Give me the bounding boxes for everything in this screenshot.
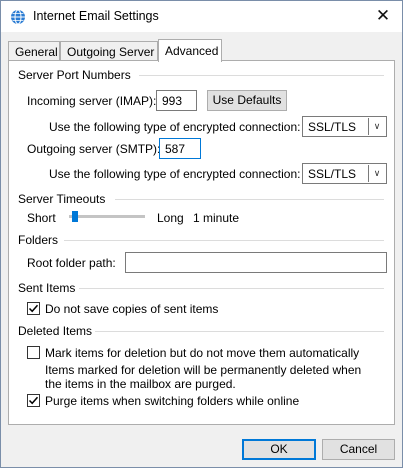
tab-general-label: General [15,45,58,59]
divider [115,199,384,200]
timeout-slider-thumb[interactable] [72,211,78,222]
no-save-sent-label: Do not save copies of sent items [45,302,219,316]
mark-for-deletion-label: Mark items for deletion but do not move … [45,346,360,360]
group-heading-sent-items: Sent Items [18,281,76,295]
use-defaults-button[interactable]: Use Defaults [207,90,287,111]
timeout-value: 1 minute [193,211,240,225]
divider [64,240,384,241]
incoming-server-label: Incoming server (IMAP): [27,94,157,108]
group-heading-server-ports: Server Port Numbers [18,68,131,82]
divider [95,331,384,332]
chevron-down-icon: ∨ [368,165,385,182]
timeout-short-label: Short [27,211,56,225]
purge-note: Items marked for deletion will be perman… [45,363,362,391]
purge-items-checkbox[interactable] [27,394,40,407]
close-icon[interactable]: ✕ [372,6,394,26]
tab-outgoing-server[interactable]: Outgoing Server [60,41,158,61]
encryption-label-incoming: Use the following type of encrypted conn… [49,120,301,134]
timeout-slider-track[interactable] [69,215,145,218]
encryption-select-outgoing[interactable]: SSL/TLS ∨ [302,163,387,184]
tab-general[interactable]: General [8,41,60,61]
group-heading-timeouts: Server Timeouts [18,192,106,206]
email-settings-dialog: Internet Email Settings ✕ General Outgoi… [0,0,403,468]
group-heading-deleted-items: Deleted Items [18,324,93,338]
chevron-down-icon: ∨ [368,118,385,135]
cancel-button[interactable]: Cancel [322,439,395,460]
check-icon [28,304,39,313]
mark-for-deletion-checkbox[interactable] [27,346,40,359]
ok-button[interactable]: OK [242,439,316,460]
check-icon [28,396,39,405]
title-bar: Internet Email Settings ✕ [1,1,402,32]
outgoing-port-input[interactable]: 587 [159,138,201,159]
outgoing-server-label: Outgoing server (SMTP): [27,142,161,156]
timeout-long-label: Long [157,211,184,225]
encryption-outgoing-value: SSL/TLS [308,167,357,181]
outlook-globe-icon [10,9,26,25]
no-save-sent-checkbox[interactable] [27,302,40,315]
tab-advanced-label: Advanced [165,44,219,58]
window-title: Internet Email Settings [33,9,159,23]
group-heading-folders: Folders [18,233,59,247]
root-folder-label: Root folder path: [27,256,116,270]
divider [79,288,384,289]
root-folder-input[interactable] [125,252,387,273]
encryption-incoming-value: SSL/TLS [308,120,357,134]
purge-items-label: Purge items when switching folders while… [45,394,300,408]
divider [139,75,384,76]
advanced-panel: Server Port Numbers Incoming server (IMA… [8,60,395,425]
tab-outgoing-server-label: Outgoing Server [67,45,155,59]
encryption-select-incoming[interactable]: SSL/TLS ∨ [302,116,387,137]
encryption-label-outgoing: Use the following type of encrypted conn… [49,167,301,181]
tab-advanced[interactable]: Advanced [158,39,222,62]
incoming-port-input[interactable]: 993 [156,90,197,111]
